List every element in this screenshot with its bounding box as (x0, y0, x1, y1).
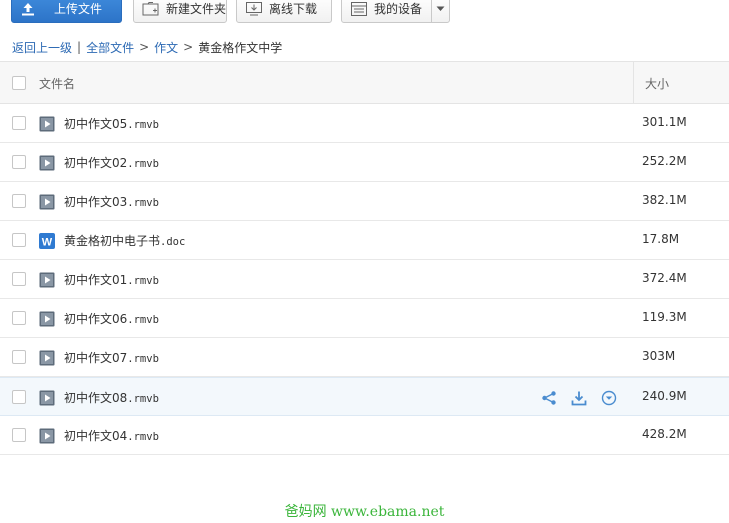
offline-download-button[interactable]: 离线下载 (236, 0, 332, 23)
file-row[interactable]: 初中作文08.rmvb 240.9M (0, 377, 729, 416)
column-header-name[interactable]: 文件名 (39, 75, 75, 92)
row-checkbox[interactable] (12, 116, 26, 130)
file-size: 301.1M (642, 115, 687, 129)
file-name-base: 初中作文03 (64, 195, 128, 209)
file-name-base: 初中作文08 (64, 391, 128, 405)
file-name[interactable]: 初中作文06.rmvb (64, 310, 159, 327)
file-name[interactable]: 初中作文01.rmvb (64, 271, 159, 288)
file-name[interactable]: 初中作文02.rmvb (64, 154, 159, 171)
file-row[interactable]: 初中作文06.rmvb 119.3M (0, 299, 729, 338)
row-checkbox[interactable] (12, 390, 26, 404)
file-size: 428.2M (642, 427, 687, 441)
file-name-base: 初中作文05 (64, 117, 128, 131)
my-device-button[interactable]: 我的设备 (341, 0, 450, 23)
file-size: 17.8M (642, 232, 680, 246)
file-extension: .rmvb (127, 393, 159, 405)
file-name-base: 初中作文01 (64, 273, 128, 287)
breadcrumb-current: 黄金格作文中学 (198, 40, 283, 55)
video-file-icon (39, 350, 55, 366)
new-folder-icon (142, 1, 160, 17)
video-file-icon (39, 390, 55, 406)
file-row[interactable]: 初中作文03.rmvb 382.1M (0, 182, 729, 221)
file-row[interactable]: 初中作文01.rmvb 372.4M (0, 260, 729, 299)
video-file-icon (39, 311, 55, 327)
breadcrumb-back-link[interactable]: 返回上一级 (12, 39, 72, 56)
chevron-down-icon (436, 6, 445, 11)
breadcrumb-arrow: > (183, 40, 194, 54)
file-extension: .rmvb (127, 119, 159, 131)
more-icon[interactable] (600, 389, 618, 407)
file-name[interactable]: 初中作文08.rmvb (64, 389, 159, 406)
toolbar: 上传文件 新建文件夹 离线下载 我的设备 (0, 0, 729, 28)
file-extension: .rmvb (127, 275, 159, 287)
svg-text:W: W (42, 237, 53, 249)
video-file-icon (39, 155, 55, 171)
file-row[interactable]: 初中作文07.rmvb 303M (0, 338, 729, 377)
file-size: 303M (642, 349, 676, 363)
column-header-size: 大小 (645, 77, 670, 91)
row-checkbox[interactable] (12, 428, 26, 442)
offline-download-icon (245, 1, 263, 17)
file-name-base: 初中作文07 (64, 351, 128, 365)
row-actions (540, 389, 630, 407)
upload-button[interactable]: 上传文件 (11, 0, 122, 23)
file-name[interactable]: 初中作文04.rmvb (64, 427, 159, 444)
video-file-icon (39, 194, 55, 210)
video-file-icon (39, 116, 55, 132)
file-row[interactable]: 初中作文04.rmvb 428.2M (0, 416, 729, 455)
file-name[interactable]: 初中作文07.rmvb (64, 349, 159, 366)
file-name-base: 初中作文06 (64, 312, 128, 326)
row-checkbox[interactable] (12, 155, 26, 169)
file-name-base: 初中作文02 (64, 156, 128, 170)
row-checkbox[interactable] (12, 233, 26, 247)
breadcrumb-folder-link[interactable]: 作文 (154, 39, 178, 56)
file-name-base: 黄金格初中电子书 (64, 234, 161, 248)
row-checkbox[interactable] (12, 272, 26, 286)
device-icon (350, 1, 368, 17)
share-icon[interactable] (540, 389, 558, 407)
file-row[interactable]: 初中作文05.rmvb 301.1M (0, 104, 729, 143)
row-checkbox[interactable] (12, 311, 26, 325)
file-extension: .rmvb (127, 314, 159, 326)
file-name[interactable]: 黄金格初中电子书.doc (64, 232, 185, 249)
download-icon[interactable] (570, 389, 588, 407)
upload-icon (20, 1, 36, 17)
offline-download-label: 离线下载 (269, 2, 318, 16)
file-size: 382.1M (642, 193, 687, 207)
row-checkbox[interactable] (12, 194, 26, 208)
file-name-base: 初中作文04 (64, 429, 128, 443)
breadcrumb: 返回上一级 | 全部文件 > 作文 > 黄金格作文中学 (12, 39, 282, 55)
file-size: 119.3M (642, 310, 687, 324)
my-device-label: 我的设备 (374, 2, 423, 16)
my-device-dropdown[interactable] (431, 0, 449, 22)
upload-button-label: 上传文件 (54, 2, 103, 16)
file-extension: .rmvb (127, 353, 159, 365)
file-name[interactable]: 初中作文05.rmvb (64, 115, 159, 132)
file-size: 252.2M (642, 154, 687, 168)
file-extension: .rmvb (127, 197, 159, 209)
watermark: 爸妈网 www.ebama.net (284, 504, 445, 520)
new-folder-button[interactable]: 新建文件夹 (133, 0, 227, 23)
file-size: 372.4M (642, 271, 687, 285)
file-size: 240.9M (642, 389, 687, 403)
file-extension: .rmvb (127, 431, 159, 443)
breadcrumb-divider: | (77, 40, 82, 54)
video-file-icon (39, 272, 55, 288)
file-list-header: 文件名 大小 (0, 61, 729, 104)
new-folder-label: 新建文件夹 (166, 2, 227, 16)
breadcrumb-arrow: > (139, 40, 150, 54)
word-file-icon: W (39, 233, 55, 249)
breadcrumb-all-files-link[interactable]: 全部文件 (86, 39, 134, 56)
video-file-icon (39, 428, 55, 444)
file-extension: .rmvb (127, 158, 159, 170)
column-header-size-cell[interactable]: 大小 (633, 62, 729, 103)
select-all-checkbox[interactable] (12, 76, 26, 90)
file-name[interactable]: 初中作文03.rmvb (64, 193, 159, 210)
file-row[interactable]: 初中作文02.rmvb 252.2M (0, 143, 729, 182)
row-checkbox[interactable] (12, 350, 26, 364)
file-row[interactable]: W 黄金格初中电子书.doc 17.8M (0, 221, 729, 260)
file-extension: .doc (160, 236, 186, 248)
